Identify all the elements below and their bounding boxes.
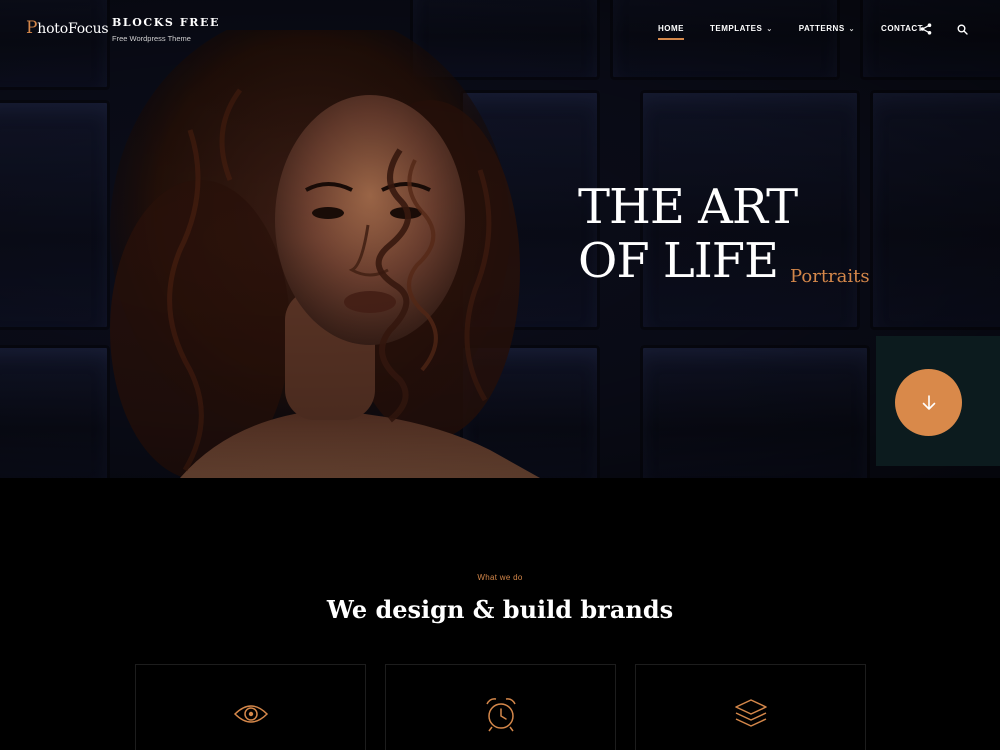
nav-item-label: HOME <box>658 24 684 33</box>
hero-subtitle: Portraits <box>790 266 870 287</box>
site-header: PhotoFocus BLOCKS FREE Free Wordpress Th… <box>0 0 1000 60</box>
section-title: We design & build brands <box>326 595 674 624</box>
site-tagline: Free Wordpress Theme <box>112 34 191 43</box>
layers-icon <box>732 695 770 733</box>
nav-item-label: PATTERNS <box>798 24 845 33</box>
logo-first-letter: P <box>26 18 38 38</box>
arrow-down-icon <box>922 394 935 410</box>
header-icons <box>918 21 970 37</box>
nav-item-templates[interactable]: TEMPLATES ⌄ <box>710 24 773 33</box>
logo-text: hotoFocus <box>37 21 109 37</box>
section-eyebrow: What we do <box>477 573 523 582</box>
hero-title-line1: THE ART <box>578 179 798 235</box>
site-logo[interactable]: PhotoFocus <box>26 18 109 38</box>
chevron-down-icon: ⌄ <box>766 26 773 33</box>
nav-item-label: CONTACT <box>881 24 924 33</box>
eye-icon <box>232 695 270 733</box>
alarm-clock-icon <box>482 695 520 733</box>
nav-item-patterns[interactable]: PATTERNS ⌄ <box>799 24 855 33</box>
hero-section: THE ART OF LIFE Portraits <box>0 0 1000 478</box>
hero-title-line2: OF LIFE <box>578 233 779 289</box>
main-nav: HOME TEMPLATES ⌄ PATTERNS ⌄ CONTACT <box>658 24 949 40</box>
service-card-1 <box>135 664 366 750</box>
scroll-down-button[interactable] <box>895 369 962 436</box>
what-we-do-section: What we do We design & build brands <box>0 478 1000 750</box>
hero-vignette <box>0 0 1000 478</box>
chevron-down-icon: ⌄ <box>848 26 856 33</box>
site-title[interactable]: BLOCKS FREE <box>112 16 220 29</box>
service-card-3 <box>635 664 866 750</box>
nav-item-label: TEMPLATES <box>710 24 763 33</box>
search-icon[interactable] <box>954 21 970 37</box>
service-card-2 <box>385 664 616 750</box>
nav-item-contact[interactable]: CONTACT <box>881 24 923 33</box>
nav-item-home[interactable]: HOME <box>658 24 684 40</box>
hero-title: THE ART OF LIFE <box>578 179 798 289</box>
share-icon[interactable] <box>918 21 934 37</box>
